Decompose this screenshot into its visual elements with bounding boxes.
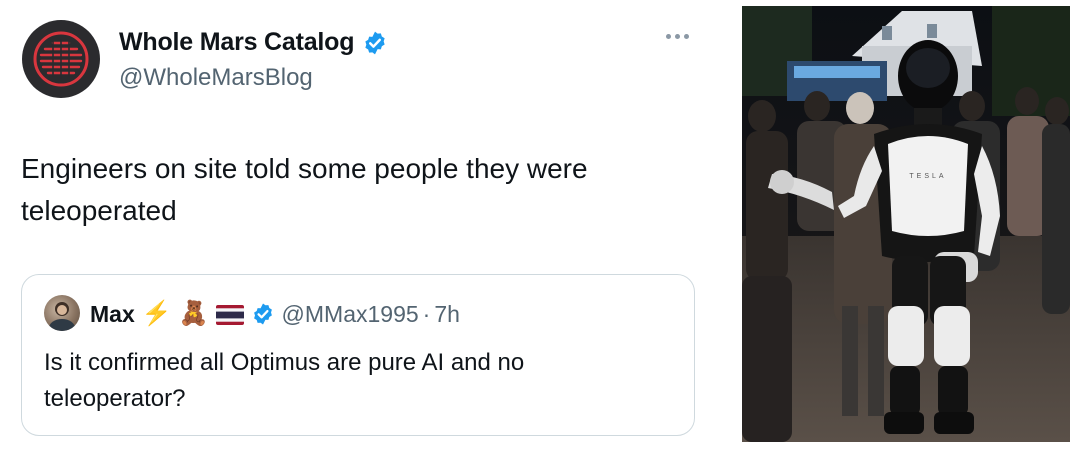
- author-display-name[interactable]: Whole Mars Catalog: [119, 28, 355, 57]
- teddy-bear-emoji: 🧸: [178, 300, 209, 327]
- author-avatar[interactable]: [22, 20, 100, 98]
- author-handle[interactable]: @WholeMarsBlog: [119, 64, 313, 92]
- quoted-avatar-photo: [49, 302, 75, 331]
- quoted-handle[interactable]: @MMax1995: [282, 301, 419, 328]
- svg-text:TESLA: TESLA: [909, 173, 946, 180]
- tweet-text: Engineers on site told some people they …: [21, 153, 588, 226]
- quoted-header: Max ⚡ 🧸 @MMax1995 · 7h: [90, 297, 460, 331]
- lightning-emoji: ⚡: [141, 300, 172, 327]
- quoted-timestamp[interactable]: 7h: [434, 301, 460, 328]
- quoted-tweet[interactable]: Max ⚡ 🧸 @MMax1995 · 7h Is it confirmed a…: [21, 274, 695, 436]
- quoted-text: Is it confirmed all Optimus are pure AI …: [44, 349, 525, 412]
- crowd-with-humanoid-robot-photo: TESLA: [742, 6, 1070, 442]
- quoted-author-avatar[interactable]: [44, 295, 80, 331]
- author-name-row: Whole Mars Catalog: [119, 28, 388, 57]
- quoted-separator: ·: [422, 300, 431, 327]
- tweet: Whole Mars Catalog @WholeMarsBlog Engine…: [0, 0, 730, 449]
- avatar-logo-icon: [33, 31, 89, 87]
- quoted-verified-badge-icon: [253, 303, 272, 325]
- tweet-photo[interactable]: TESLA: [742, 6, 1070, 442]
- more-options-icon[interactable]: [666, 34, 689, 39]
- thailand-flag-icon: [215, 299, 244, 329]
- verified-badge-icon: [365, 31, 385, 54]
- quoted-display-name[interactable]: Max: [90, 301, 135, 328]
